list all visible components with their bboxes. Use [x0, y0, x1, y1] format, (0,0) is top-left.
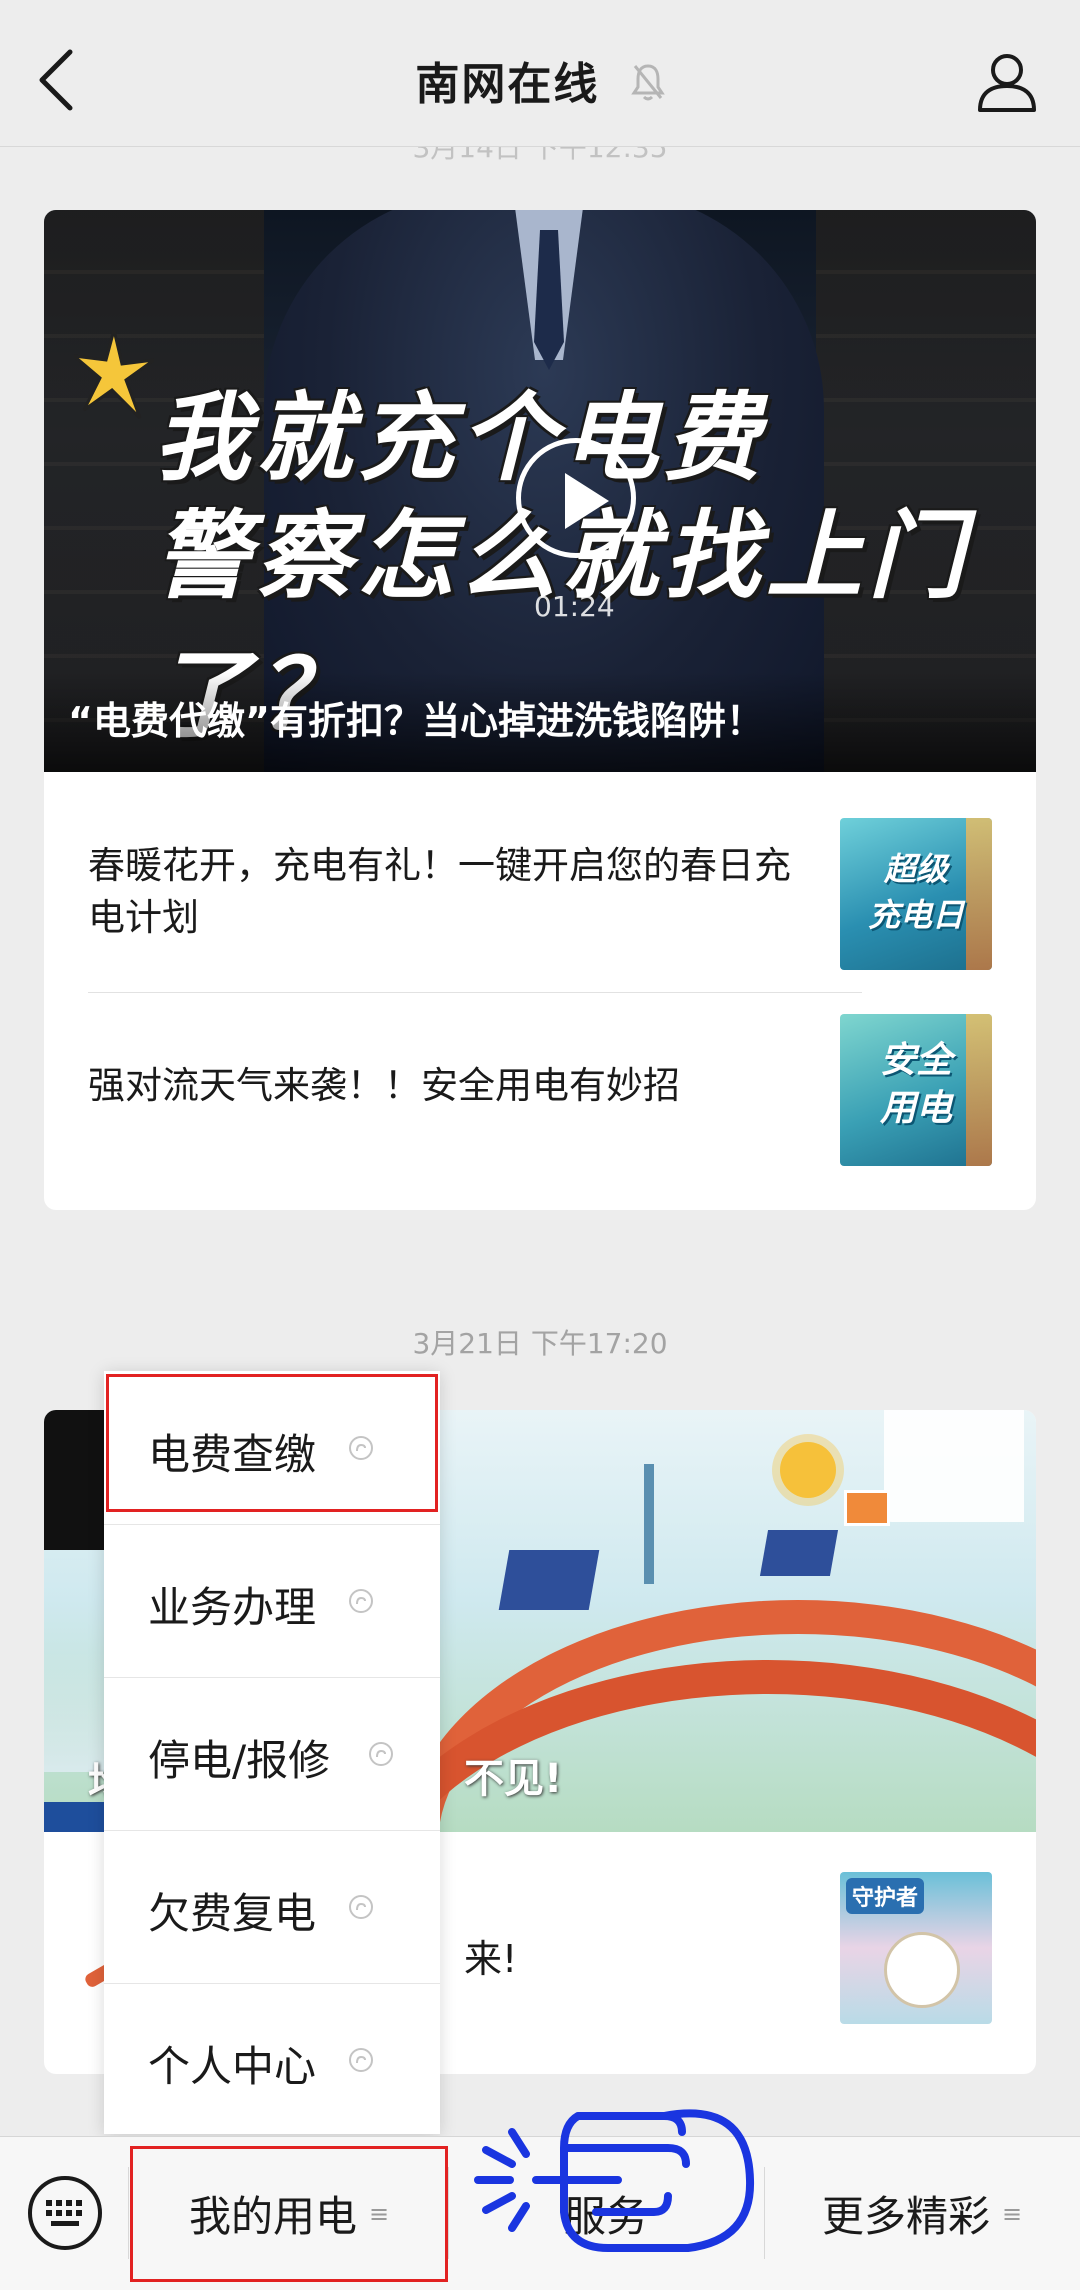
popup-item-business[interactable]: 业务办理 [104, 1524, 440, 1678]
menu-tab-my-electricity[interactable]: 我的用电 ≡ [130, 2137, 448, 2290]
mascot-icon [884, 1932, 960, 2008]
popup-menu: 电费查缴 业务办理 停电/报修 欠费复电 个人中心 [104, 1371, 440, 2134]
keyboard-icon [28, 2176, 102, 2250]
thumb-text-line2: 充电日 [867, 896, 964, 934]
popup-item-label: 个人中心 [148, 2042, 317, 2091]
menu-tab-more[interactable]: 更多精彩 ≡ [764, 2137, 1080, 2290]
thumb-text-line1: 超级 [883, 850, 948, 888]
menu-tab-label: 我的用电 [188, 2192, 357, 2241]
article-card-1[interactable]: 我就充个电费 警察怎么就找上门了？ 01:24 “电费代缴”有折扣？当心掉进洗钱… [44, 210, 1036, 1210]
person-icon [978, 54, 1036, 112]
banner-sponsor-logo [884, 1410, 1024, 1522]
solar-panel-icon [759, 1530, 839, 1576]
sun-icon [780, 1442, 836, 1498]
thumbnail-guardian: 守护者 [840, 1872, 992, 2024]
thumbnail-safe-electricity: 安全 用电 [840, 1014, 992, 1166]
popup-item-label: 欠费复电 [148, 1889, 317, 1938]
mini-program-icon [349, 1436, 373, 1460]
menu-tab-label: 更多精彩 [821, 2192, 990, 2241]
popup-item-bill-payment[interactable]: 电费查缴 [104, 1371, 440, 1525]
menu-lines-icon: ≡ [1001, 2199, 1023, 2228]
popup-item-label: 停电/报修 [148, 1736, 331, 1785]
mini-program-icon [369, 1742, 393, 1766]
list-item-title: 强对流天气来袭！！安全用电有妙招 [88, 1064, 680, 1107]
profile-button[interactable] [974, 48, 1040, 114]
popup-item-label: 业务办理 [148, 1583, 317, 1632]
thumbnail-super-charge: 超级 充电日 [840, 818, 992, 970]
timestamp: 3月21日 下午17:20 [412, 1327, 668, 1360]
video-banner[interactable]: 我就充个电费 警察怎么就找上门了？ 01:24 “电费代缴”有折扣？当心掉进洗钱… [44, 210, 1036, 772]
keyboard-button[interactable] [26, 2174, 104, 2252]
play-icon[interactable] [516, 438, 636, 558]
thumb-text-line1: 安全 [879, 1040, 952, 1081]
video-duration: 01:24 [534, 590, 615, 623]
bell-muted-icon [630, 62, 665, 113]
popup-item-label: 电费查缴 [148, 1430, 317, 1479]
basketball-hoop-icon [844, 1490, 890, 1526]
thumb-title: 守护者 [846, 1878, 925, 1914]
account-title: 南网在线 [0, 48, 1080, 113]
mini-program-icon [349, 1895, 373, 1919]
mini-program-icon [349, 2048, 373, 2072]
tower-icon [644, 1464, 654, 1584]
account-name: 南网在线 [415, 59, 600, 110]
pointing-hand-icon [474, 2109, 755, 2252]
popup-item-outage-repair[interactable]: 停电/报修 [104, 1677, 440, 1831]
popup-item-reconnect[interactable]: 欠费复电 [104, 1830, 440, 1984]
thumb-text-line2: 用电 [879, 1088, 952, 1129]
list-item[interactable]: 强对流天气来袭！！安全用电有妙招 安全 用电 [88, 1010, 992, 1170]
chat-header: 南网在线 [0, 0, 1080, 147]
divider [88, 992, 862, 993]
list-item[interactable]: 春暖花开，充电有礼！一键开启您的春日充电计划 超级 充电日 [88, 810, 992, 970]
popup-item-personal-center[interactable]: 个人中心 [104, 1983, 440, 2136]
banner-caption-right: 不见! [464, 1756, 563, 1802]
divider [128, 2167, 129, 2259]
menu-lines-icon: ≡ [368, 2199, 390, 2228]
list-item-title-partial: 来! [464, 1937, 518, 1981]
list-item-title: 春暖花开，充电有礼！一键开启您的春日充电计划 [88, 844, 791, 939]
solar-panel-icon [498, 1550, 600, 1610]
mini-program-icon [349, 1589, 373, 1613]
spark-icon [74, 330, 154, 420]
video-caption: “电费代缴”有折扣？当心掉进洗钱陷阱！ [44, 672, 1036, 772]
